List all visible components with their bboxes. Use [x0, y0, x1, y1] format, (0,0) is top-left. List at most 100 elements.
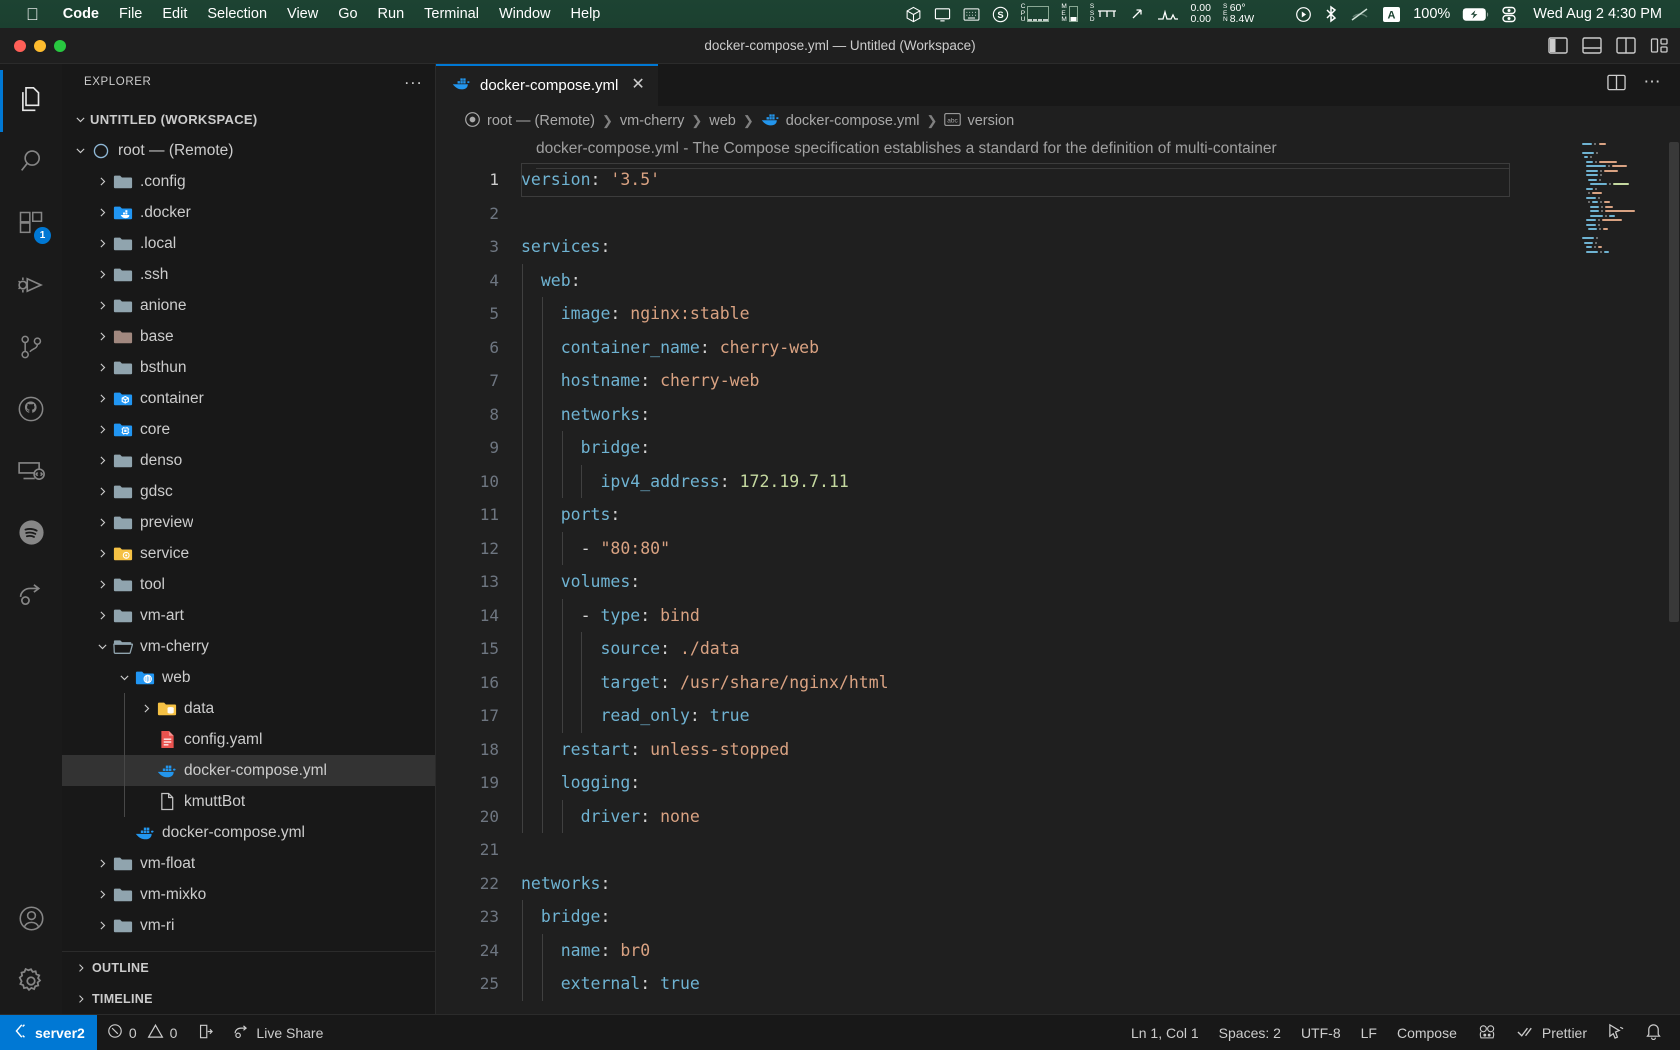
- menu-item-edit[interactable]: Edit: [152, 6, 197, 22]
- battery-percentage[interactable]: 100%: [1413, 6, 1450, 22]
- menu-item-code[interactable]: Code: [53, 6, 109, 22]
- minimap[interactable]: [1582, 142, 1662, 255]
- code-line[interactable]: 1 version: '3.5': [436, 163, 1680, 197]
- more-actions-icon[interactable]: ⋯: [1644, 73, 1663, 92]
- chevron-right-icon[interactable]: [92, 516, 112, 529]
- status-remote-indicator[interactable]: server2: [0, 1014, 97, 1050]
- editor-scrollbar[interactable]: [1666, 136, 1680, 1014]
- code-line[interactable]: 18 restart: unless-stopped: [436, 732, 1680, 766]
- status-live-share[interactable]: Live Share: [223, 1023, 333, 1043]
- toggle-secondary-sidebar-icon[interactable]: [1616, 37, 1636, 54]
- menu-item-selection[interactable]: Selection: [197, 6, 277, 22]
- breadcrumb-item-root[interactable]: root — (Remote): [464, 111, 595, 132]
- cpu-graph-icon[interactable]: CPU: [1021, 3, 1050, 24]
- minimize-button[interactable]: [34, 39, 46, 52]
- tree-row-container[interactable]: container: [62, 383, 435, 414]
- airpods-icon[interactable]: [1266, 6, 1283, 23]
- tree-row-preview[interactable]: preview: [62, 507, 435, 538]
- chevron-right-icon[interactable]: [92, 299, 112, 312]
- menu-item-window[interactable]: Window: [489, 6, 561, 22]
- chevron-right-icon[interactable]: [92, 919, 112, 932]
- code-line[interactable]: 4 web:: [436, 263, 1680, 297]
- menu-item-go[interactable]: Go: [328, 6, 367, 22]
- ssd-bar-icon[interactable]: SSD: [1090, 3, 1117, 24]
- tree-row-kmuttbot[interactable]: kmuttBot: [62, 786, 435, 817]
- status-eol[interactable]: LF: [1351, 1025, 1387, 1041]
- code-line[interactable]: 16 target: /usr/share/nginx/html: [436, 665, 1680, 699]
- code-line[interactable]: 12 - "80:80": [436, 531, 1680, 565]
- chevron-right-icon[interactable]: [92, 330, 112, 343]
- code-line[interactable]: 22 networks:: [436, 867, 1680, 901]
- split-editor-icon[interactable]: [1606, 74, 1626, 96]
- menu-item-help[interactable]: Help: [561, 6, 611, 22]
- code-line[interactable]: 20 driver: none: [436, 799, 1680, 833]
- keyboard-icon[interactable]: [963, 7, 980, 22]
- chevron-right-icon[interactable]: [92, 888, 112, 901]
- status-editor-position[interactable]: Ln 1, Col 1: [1121, 1025, 1209, 1041]
- close-icon[interactable]: ✕: [627, 77, 644, 93]
- now-playing-icon[interactable]: [1295, 6, 1312, 23]
- sidebar-item-github[interactable]: [0, 380, 62, 442]
- maximize-button[interactable]: [54, 39, 66, 52]
- network-speed-icon[interactable]: [1129, 6, 1145, 22]
- tree-row-config-yaml[interactable]: config.yaml: [62, 724, 435, 755]
- chevron-right-icon[interactable]: [92, 361, 112, 374]
- sidebar-item-source-control[interactable]: [0, 318, 62, 380]
- tree-row-vm-ri[interactable]: vm-ri: [62, 910, 435, 941]
- code-line[interactable]: 19 logging:: [436, 766, 1680, 800]
- chevron-right-icon[interactable]: [92, 547, 112, 560]
- code-lines[interactable]: 1 version: '3.5' 2 3 services: 4 web: 5 image:…: [436, 163, 1680, 1001]
- chevron-right-icon[interactable]: [92, 423, 112, 436]
- status-docker[interactable]: [1467, 1023, 1507, 1043]
- sidebar-item-remote-explorer[interactable]: [0, 442, 62, 504]
- sidebar-item-spotify[interactable]: [0, 504, 62, 566]
- code-line[interactable]: 8 networks:: [436, 397, 1680, 431]
- code-line[interactable]: 17 read_only: true: [436, 699, 1680, 733]
- code-line[interactable]: 7 hostname: cherry-web: [436, 364, 1680, 398]
- wifi-off-icon[interactable]: [1350, 6, 1370, 23]
- code-line[interactable]: 21: [436, 833, 1680, 867]
- tree-row-gdsc[interactable]: gdsc: [62, 476, 435, 507]
- apple-logo-icon[interactable]: : [26, 6, 39, 23]
- breadcrumb-item-file[interactable]: docker-compose.yml: [761, 112, 920, 131]
- tree-row-bsthun[interactable]: bsthun: [62, 352, 435, 383]
- toggle-primary-sidebar-icon[interactable]: [1548, 37, 1568, 54]
- menu-item-view[interactable]: View: [277, 6, 328, 22]
- tab-docker-compose-yml[interactable]: docker-compose.yml ✕: [436, 64, 658, 106]
- code-line[interactable]: 2: [436, 197, 1680, 231]
- code-line[interactable]: 11 ports:: [436, 498, 1680, 532]
- chevron-right-icon[interactable]: [92, 578, 112, 591]
- sidebar-item-extensions[interactable]: 1: [0, 194, 62, 256]
- accounts-button[interactable]: [0, 890, 62, 952]
- tree-row-core[interactable]: core: [62, 414, 435, 445]
- menu-item-terminal[interactable]: Terminal: [414, 6, 489, 22]
- tree-row-local[interactable]: .local: [62, 228, 435, 259]
- tree-row-web[interactable]: web: [62, 662, 435, 693]
- tree-row-config[interactable]: .config: [62, 166, 435, 197]
- menu-item-run[interactable]: Run: [368, 6, 415, 22]
- chevron-right-icon[interactable]: [92, 392, 112, 405]
- status-encoding[interactable]: UTF-8: [1291, 1025, 1351, 1041]
- chevron-right-icon[interactable]: [92, 206, 112, 219]
- sidebar-item-explorer[interactable]: [0, 70, 62, 132]
- sidebar-item-live-share[interactable]: [0, 566, 62, 628]
- code-editor[interactable]: docker-compose.yml - The Compose specifi…: [436, 136, 1680, 1014]
- bluetooth-icon[interactable]: [1324, 5, 1338, 23]
- chevron-right-icon[interactable]: [92, 609, 112, 622]
- control-center-icon[interactable]: [1501, 6, 1517, 23]
- code-line[interactable]: 25 external: true: [436, 967, 1680, 1001]
- tree-row-vm-cherry[interactable]: vm-cherry: [62, 631, 435, 662]
- code-line[interactable]: 13 volumes:: [436, 565, 1680, 599]
- chevron-right-icon[interactable]: [136, 702, 156, 715]
- tree-row-base[interactable]: base: [62, 321, 435, 352]
- manage-settings-button[interactable]: [0, 952, 62, 1014]
- customize-layout-icon[interactable]: [1650, 37, 1670, 54]
- stats-s-icon[interactable]: S: [992, 6, 1009, 23]
- tree-row-vm-art[interactable]: vm-art: [62, 600, 435, 631]
- code-line[interactable]: 3 services:: [436, 230, 1680, 264]
- tree-row-data[interactable]: data: [62, 693, 435, 724]
- chevron-right-icon[interactable]: [92, 485, 112, 498]
- chevron-right-icon[interactable]: [92, 175, 112, 188]
- breadcrumb-item-symbol[interactable]: abc version: [944, 112, 1014, 130]
- sidebar-more-actions-icon[interactable]: ...: [404, 70, 423, 90]
